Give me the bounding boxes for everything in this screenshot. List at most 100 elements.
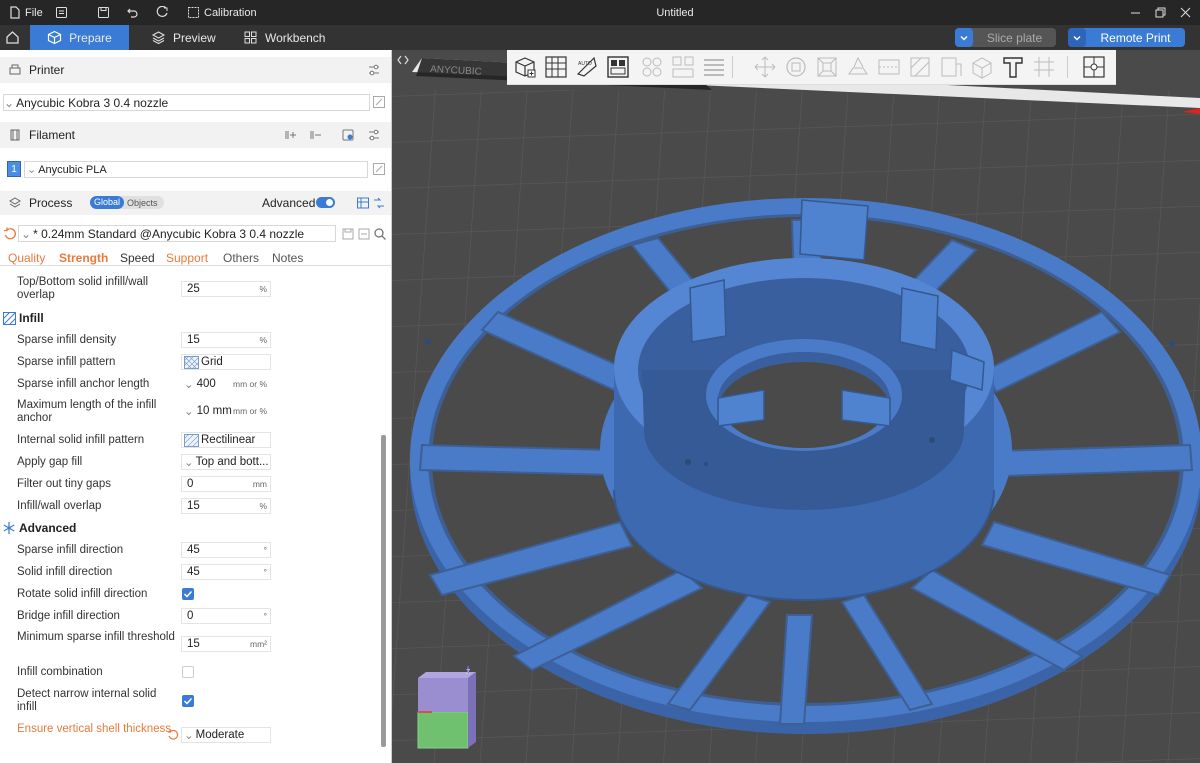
advanced-group-label: Advanced — [19, 521, 77, 535]
infill-combination-checkbox[interactable] — [182, 666, 194, 678]
transfer-icon[interactable] — [372, 196, 386, 210]
delete-preset-icon[interactable] — [357, 227, 371, 241]
edit-icon[interactable] — [372, 162, 386, 176]
process-section-header: Process Global Objects Advanced — [0, 191, 392, 215]
setting-label: Infill/wall overlap — [17, 500, 102, 512]
arrange-icon[interactable] — [605, 54, 631, 80]
assembly-icon[interactable] — [1081, 54, 1107, 80]
3d-viewport[interactable]: ANYCUBIC Z AUTO — [392, 50, 1200, 763]
filament-select[interactable]: ⌄ Anycubic PLA — [24, 161, 368, 178]
color-paint-icon[interactable] — [969, 54, 995, 80]
lay-on-face-icon[interactable] — [845, 54, 871, 80]
input-value: 400 — [196, 378, 216, 390]
variable-layer-icon[interactable] — [701, 54, 727, 80]
remote-print-button[interactable]: Remote Print — [1068, 28, 1185, 47]
tab-support[interactable]: Support — [166, 251, 208, 265]
text-tool-icon[interactable] — [1000, 54, 1026, 80]
add-filament-icon[interactable] — [284, 128, 298, 142]
calibration-menu[interactable]: Calibration — [187, 0, 257, 25]
input-value: 25 — [187, 283, 200, 295]
split-parts-icon[interactable] — [670, 54, 696, 80]
chevron-down-icon: ⌄ — [184, 379, 194, 391]
menu-icon[interactable] — [55, 0, 68, 25]
tab-workbench[interactable]: Workbench — [243, 25, 325, 50]
wall-overlap-input[interactable]: 15% — [181, 498, 271, 514]
chevron-down-icon[interactable] — [955, 28, 973, 47]
add-plate-icon[interactable] — [543, 54, 569, 80]
bridge-direction-input[interactable]: 0 ° — [181, 608, 271, 624]
tab-notes[interactable]: Notes — [272, 251, 303, 265]
anchor-length-combo[interactable]: ⌄ 400 mm or % — [181, 376, 271, 392]
spool-model[interactable] — [410, 198, 1200, 734]
edit-icon[interactable] — [372, 95, 386, 109]
home-button[interactable] — [5, 25, 20, 50]
tab-others[interactable]: Others — [223, 251, 259, 265]
reset-icon[interactable] — [167, 729, 179, 741]
chevron-down-icon[interactable] — [1068, 28, 1086, 47]
objects-option[interactable]: Objects — [124, 198, 158, 208]
printer-section-label: Printer — [29, 63, 65, 77]
save-icon[interactable] — [97, 0, 110, 25]
undo-icon[interactable] — [126, 0, 139, 25]
auto-orient-icon[interactable]: AUTO — [574, 54, 600, 80]
support-paint-icon[interactable] — [907, 54, 933, 80]
slice-plate-button[interactable]: Slice plate — [955, 28, 1056, 47]
remove-filament-icon[interactable] — [309, 128, 323, 142]
tab-preview[interactable]: Preview — [151, 25, 216, 50]
min-sparse-input[interactable]: 15 mm² — [181, 636, 271, 652]
tab-speed[interactable]: Speed — [120, 251, 155, 265]
filament-select-value: Anycubic PLA — [38, 163, 107, 176]
tab-quality[interactable]: Quality — [8, 251, 45, 265]
solid-direction-input[interactable]: 45 ° — [181, 564, 271, 580]
gap-fill-select[interactable]: ⌄ Top and bott... — [181, 454, 271, 470]
add-object-icon[interactable] — [512, 54, 538, 80]
sparse-pattern-select[interactable]: Grid — [181, 354, 271, 370]
file-menu[interactable]: File — [8, 0, 43, 25]
settings-sliders-icon[interactable] — [367, 63, 381, 77]
advanced-toggle[interactable] — [316, 197, 335, 208]
view-cube[interactable]: Z — [417, 666, 476, 749]
tab-strength[interactable]: Strength — [59, 251, 108, 265]
setting-sparse-pattern: Sparse infill pattern Grid — [0, 353, 380, 371]
sparse-density-input[interactable]: 15% — [181, 332, 271, 348]
measure-icon[interactable] — [1031, 54, 1057, 80]
save-preset-icon[interactable] — [341, 227, 355, 241]
tab-prepare[interactable]: Prepare — [30, 25, 129, 50]
cut-icon[interactable] — [876, 54, 902, 80]
move-icon[interactable] — [752, 54, 778, 80]
global-option[interactable]: Global — [90, 196, 125, 209]
seam-paint-icon[interactable] — [938, 54, 964, 80]
filament-slot-number: 1 — [7, 161, 21, 177]
vertical-shell-select[interactable]: ⌄ Moderate — [181, 727, 271, 743]
select-value: Rectilinear — [201, 434, 256, 446]
setting-label: Detect narrow internal solid infill — [17, 688, 157, 713]
sync-filament-icon[interactable] — [341, 128, 355, 142]
unit-label: mm — [252, 479, 267, 489]
printer-icon — [9, 64, 21, 75]
rotate-icon[interactable] — [783, 54, 809, 80]
global-objects-toggle[interactable]: Global Objects — [90, 196, 164, 209]
filter-gaps-input[interactable]: 0 mm — [181, 476, 271, 492]
split-objects-icon[interactable] — [639, 54, 665, 80]
top-bottom-overlap-input[interactable]: 25% — [181, 281, 271, 297]
sidebar-scrollbar[interactable] — [381, 435, 386, 747]
detect-narrow-checkbox[interactable] — [182, 695, 194, 707]
search-icon[interactable] — [373, 227, 387, 241]
reset-icon[interactable] — [3, 227, 17, 241]
rotate-solid-checkbox[interactable] — [182, 588, 194, 600]
max-anchor-combo[interactable]: ⌄ 10 mm mm or % — [181, 403, 271, 419]
close-icon[interactable] — [1179, 0, 1192, 25]
printer-select[interactable]: ⌄ Anycubic Kobra 3 0.4 nozzle — [3, 94, 370, 111]
input-value: 15 — [187, 638, 200, 650]
process-preset-select[interactable]: ⌄ * 0.24mm Standard @Anycubic Kobra 3 0.… — [18, 225, 336, 242]
redo-icon[interactable] — [156, 0, 169, 25]
sparse-direction-input[interactable]: 45 ° — [181, 542, 271, 558]
compare-icon[interactable] — [356, 196, 370, 210]
minimize-icon[interactable] — [1129, 0, 1142, 25]
unit-label: % — [259, 335, 267, 345]
scale-icon[interactable] — [814, 54, 840, 80]
restore-icon[interactable] — [1154, 0, 1167, 25]
settings-sliders-icon[interactable] — [367, 128, 381, 142]
internal-pattern-select[interactable]: Rectilinear — [181, 432, 271, 448]
collapse-sidebar-button[interactable] — [395, 51, 411, 69]
